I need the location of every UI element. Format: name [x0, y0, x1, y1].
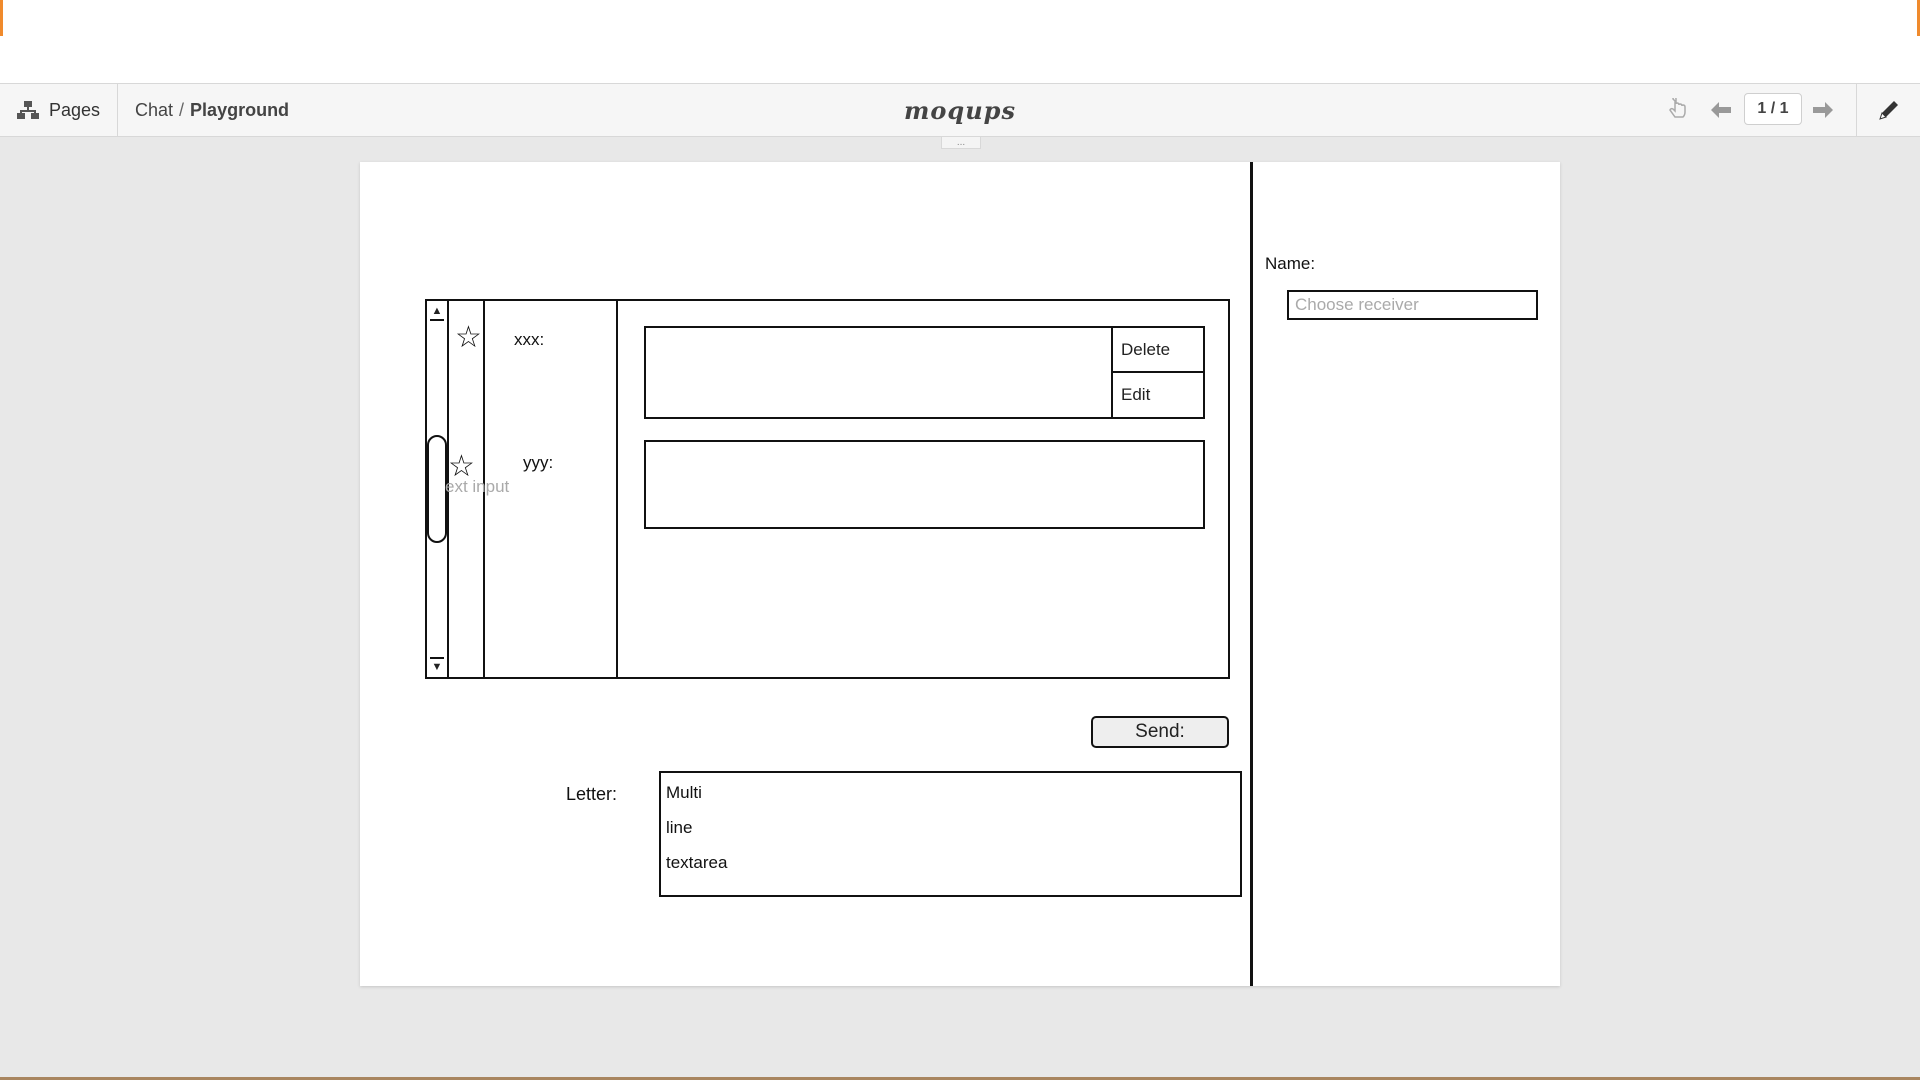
logo: moqups [0, 84, 1920, 136]
arrow-left-icon[interactable] [1708, 97, 1734, 123]
textarea-line: textarea [666, 853, 728, 872]
preview-toolbar: Pages Chat / Playground moqups 1 / 1 [0, 83, 1920, 137]
message-bubble [644, 440, 1205, 529]
message-bubble: Delete Edit [644, 326, 1205, 419]
scroll-down-icon[interactable]: ▼ [430, 657, 444, 675]
messages-panel: ▲ ▼ ☆ ☆ xxx: yyy: ext input Delete Edit [425, 299, 1230, 679]
textarea-line: Multi [666, 783, 702, 802]
arrow-right-icon[interactable] [1810, 97, 1836, 123]
letter-textarea[interactable]: Multi line textarea [659, 771, 1242, 897]
message-sender: xxx: [514, 330, 545, 349]
text-input-placeholder: ext input [445, 477, 510, 496]
delete-button[interactable]: Delete [1113, 328, 1203, 373]
receiver-input[interactable]: Choose receiver [1287, 290, 1538, 320]
top-bar [0, 0, 1920, 83]
message-sender: yyy: [523, 453, 554, 472]
star-icon[interactable]: ☆ [455, 323, 482, 353]
textarea-line: line [666, 818, 693, 837]
message-actions: Delete Edit [1111, 328, 1203, 417]
toolbar-collapse-handle[interactable]: ... [941, 137, 981, 149]
logo-text: moqups [904, 95, 1016, 125]
letter-label: Letter: [566, 784, 618, 804]
accent-marker-left [0, 0, 3, 36]
edit-button[interactable] [1856, 84, 1920, 136]
name-label: Name: [1265, 254, 1316, 273]
page-counter[interactable]: 1 / 1 [1744, 93, 1802, 125]
hand-pointer-icon[interactable] [1666, 97, 1690, 123]
scroll-thumb[interactable] [427, 435, 447, 543]
mockup-canvas: ▲ ▼ ☆ ☆ xxx: yyy: ext input Delete Edit … [360, 162, 1560, 986]
vertical-divider [1250, 162, 1253, 986]
pencil-icon [1879, 101, 1898, 120]
send-button[interactable]: Send: [1091, 716, 1229, 748]
edit-message-button[interactable]: Edit [1113, 373, 1203, 417]
scroll-up-icon[interactable]: ▲ [430, 303, 444, 321]
